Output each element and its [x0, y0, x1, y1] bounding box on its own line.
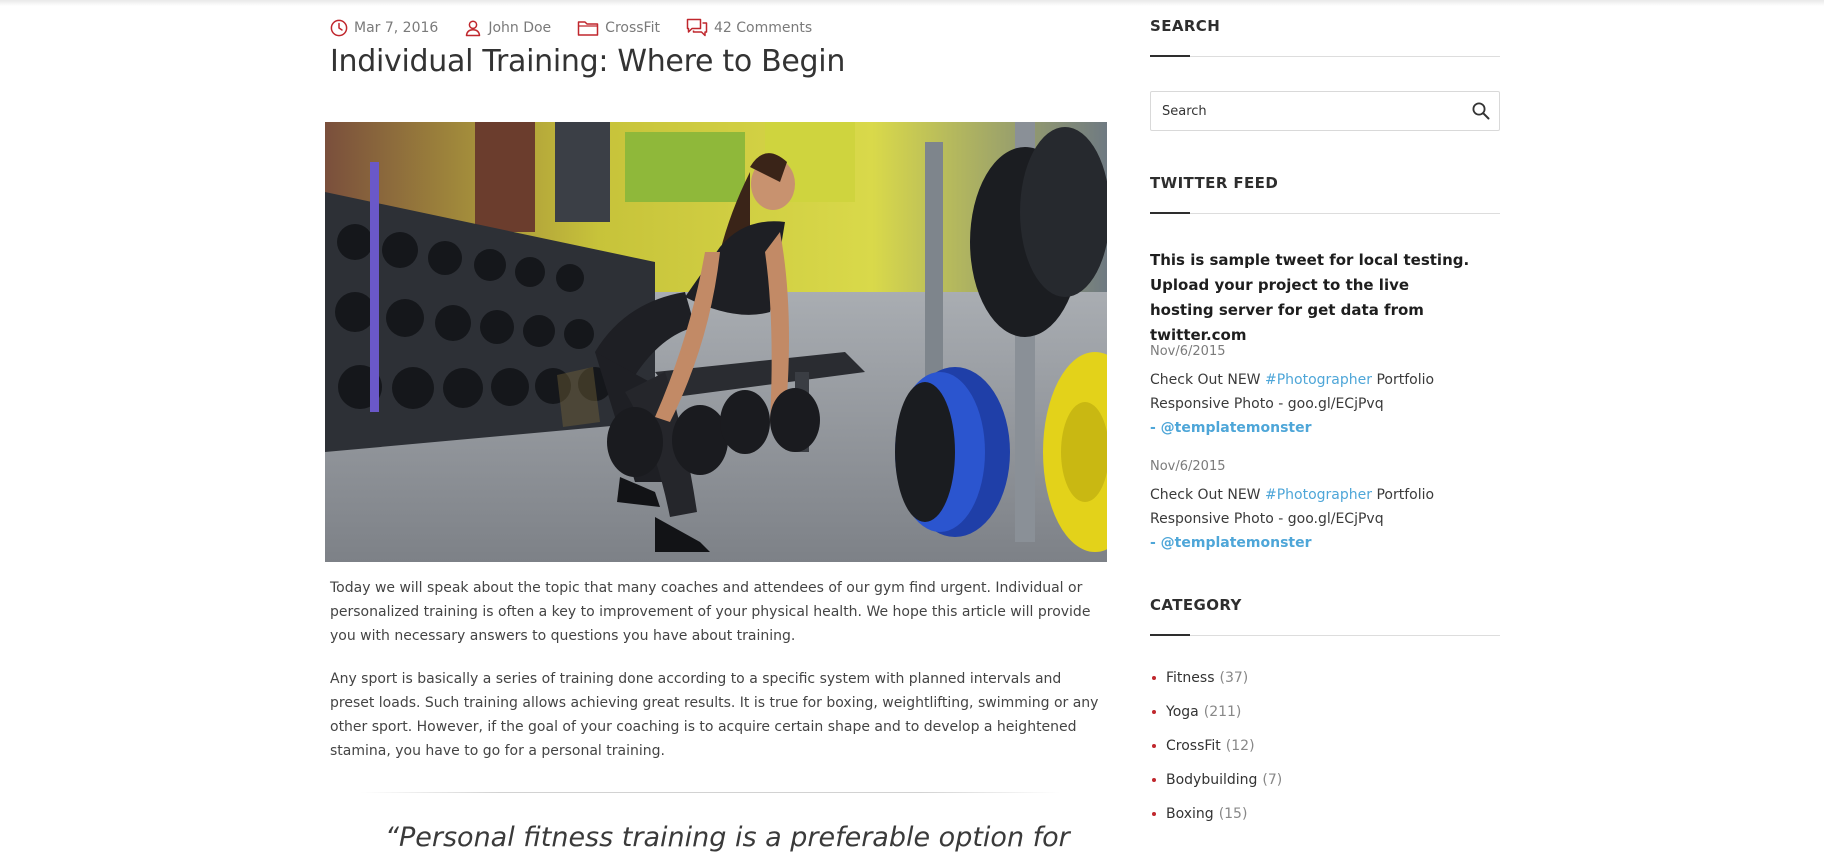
category-count: (12) [1225, 738, 1255, 754]
tweet-item-2: Nov/6/2015 Check Out NEW #Photographer P… [1150, 457, 1480, 555]
post-paragraph-1: Today we will speak about the topic that… [330, 580, 1091, 644]
category-widget-title: CATEGORY [1150, 596, 1242, 614]
gym-photo [325, 122, 1107, 562]
tweet-text-start: Check Out NEW [1150, 487, 1265, 503]
tweet-hashtag-link[interactable]: #Photographer [1265, 372, 1372, 388]
bullet-icon [1152, 812, 1156, 816]
tweet-text: Check Out NEW #Photographer Portfolio Re… [1150, 483, 1480, 555]
category-count: (211) [1203, 704, 1242, 720]
category-item-boxing[interactable]: Boxing (15) [1150, 802, 1282, 836]
search-widget-title: SEARCH [1150, 17, 1221, 35]
search-input[interactable] [1151, 93, 1463, 129]
tweet-text-start: Check Out NEW [1150, 372, 1265, 388]
bullet-icon [1152, 710, 1156, 714]
category-link[interactable]: Fitness [1166, 666, 1215, 690]
meta-author-text: John Doe [488, 20, 552, 36]
meta-category[interactable]: CrossFit [577, 19, 660, 37]
category-item-yoga[interactable]: Yoga (211) [1150, 700, 1282, 734]
category-count: (37) [1219, 670, 1249, 686]
post-featured-image[interactable] [325, 122, 1107, 562]
category-count: (15) [1218, 806, 1248, 822]
search-widget-divider [1150, 55, 1500, 57]
twitter-widget-divider [1150, 212, 1500, 214]
category-item-crossfit[interactable]: CrossFit (12) [1150, 734, 1282, 768]
tweet-text: Check Out NEW #Photographer Portfolio Re… [1150, 368, 1480, 440]
user-icon [466, 20, 481, 37]
search-button[interactable] [1471, 101, 1491, 121]
category-item-fitness[interactable]: Fitness (37) [1150, 666, 1282, 700]
post-title[interactable]: Individual Training: Where to Begin [330, 44, 845, 79]
meta-comments-text: 42 Comments [713, 20, 813, 36]
meta-date[interactable]: Mar 7, 2016 [330, 19, 438, 37]
tweet-date: Nov/6/2015 [1150, 459, 1226, 474]
search-form [1150, 91, 1500, 131]
comments-icon [686, 18, 708, 37]
category-link[interactable]: CrossFit [1166, 734, 1221, 758]
meta-author[interactable]: John Doe [464, 19, 551, 37]
twitter-featured-tweet: This is sample tweet for local testing. … [1150, 251, 1470, 344]
meta-date-text: Mar 7, 2016 [354, 20, 439, 36]
tweet-item-1: Nov/6/2015 Check Out NEW #Photographer P… [1150, 342, 1480, 440]
top-shadow [0, 0, 1824, 6]
clock-icon [330, 19, 348, 37]
category-widget-divider [1150, 634, 1500, 636]
meta-category-text: CrossFit [605, 20, 660, 36]
meta-comments[interactable]: 42 Comments [686, 18, 812, 38]
category-link[interactable]: Bodybuilding [1166, 768, 1257, 792]
category-count: (7) [1262, 772, 1283, 788]
tweet-hashtag-link[interactable]: #Photographer [1265, 487, 1372, 503]
quote-divider [360, 792, 1060, 793]
tweet-handle-link[interactable]: - @templatemonster [1150, 420, 1312, 436]
bullet-icon [1152, 676, 1156, 680]
post-meta: Mar 7, 2016 John Doe CrossFit 42 Comment… [330, 16, 838, 40]
category-link[interactable]: Boxing [1166, 802, 1214, 826]
tweet-handle-link[interactable]: - @templatemonster [1150, 535, 1312, 551]
category-link[interactable]: Yoga [1166, 700, 1199, 724]
twitter-widget-title: TWITTER FEED [1150, 174, 1279, 192]
category-list: Fitness (37) Yoga (211) CrossFit (12) Bo… [1150, 666, 1282, 836]
bullet-icon [1152, 778, 1156, 782]
category-item-bodybuilding[interactable]: Bodybuilding (7) [1150, 768, 1282, 802]
search-icon [1472, 102, 1490, 120]
post-paragraph-2: Any sport is basically a series of train… [330, 671, 1099, 759]
tweet-date: Nov/6/2015 [1150, 344, 1226, 359]
post-blockquote: “Personal fitness training is a preferab… [385, 822, 1070, 853]
folder-icon [577, 21, 599, 36]
bullet-icon [1152, 744, 1156, 748]
